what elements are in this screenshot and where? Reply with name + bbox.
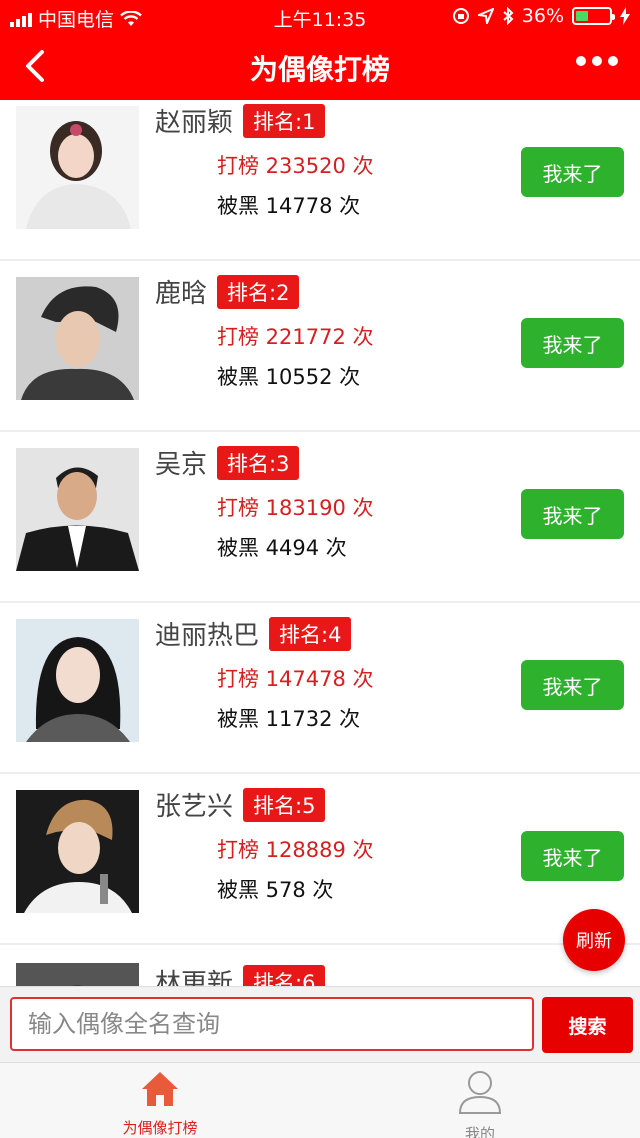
black-count: 被黑 4494 次 bbox=[217, 536, 347, 560]
search-button[interactable]: 搜索 bbox=[542, 997, 633, 1053]
idol-avatar bbox=[16, 106, 139, 229]
battery-percent: 36% bbox=[521, 5, 564, 27]
idol-name: 鹿晗 bbox=[155, 279, 208, 309]
vote-button[interactable]: 我来了 bbox=[521, 147, 624, 197]
user-icon bbox=[458, 1071, 502, 1114]
vote-count: 打榜 183190 次 bbox=[217, 496, 374, 520]
idol-name: 赵丽颖 bbox=[155, 108, 234, 138]
search-input[interactable] bbox=[10, 997, 534, 1051]
bluetooth-icon bbox=[503, 7, 514, 25]
more-dots-icon[interactable] bbox=[576, 56, 618, 66]
black-count: 被黑 11732 次 bbox=[217, 707, 361, 731]
idol-avatar bbox=[16, 448, 139, 571]
idol-name: 林更新 bbox=[155, 969, 234, 986]
vote-button[interactable]: 我来了 bbox=[521, 660, 624, 710]
idol-list[interactable]: 赵丽颖 排名:1 打榜 233520 次 被黑 14778 次 我来了 鹿晗 排… bbox=[0, 100, 640, 986]
rotation-lock-icon bbox=[452, 8, 469, 24]
idol-avatar bbox=[16, 963, 139, 986]
battery-icon bbox=[572, 7, 615, 25]
idol-avatar bbox=[16, 790, 139, 913]
vote-count: 打榜 147478 次 bbox=[217, 667, 374, 691]
tab-bar: 为偶像打榜 我的 bbox=[0, 1062, 640, 1138]
search-bar: 搜索 bbox=[0, 986, 640, 1062]
list-item: 吴京 排名:3 打榜 183190 次 被黑 4494 次 我来了 bbox=[0, 432, 640, 603]
black-count: 被黑 578 次 bbox=[217, 878, 334, 902]
charging-icon bbox=[620, 7, 630, 25]
idol-avatar bbox=[16, 619, 139, 742]
tab-vote-idol[interactable]: 为偶像打榜 bbox=[70, 1069, 250, 1138]
vote-count: 打榜 233520 次 bbox=[217, 154, 374, 178]
idol-name: 张艺兴 bbox=[155, 792, 234, 822]
vote-button[interactable]: 我来了 bbox=[521, 318, 624, 368]
vote-count: 打榜 221772 次 bbox=[217, 325, 374, 349]
list-item: 张艺兴 排名:5 打榜 128889 次 被黑 578 次 我来了 bbox=[0, 774, 640, 945]
rank-badge: 排名:6 bbox=[243, 964, 326, 986]
idol-name: 迪丽热巴 bbox=[155, 621, 260, 651]
list-item: 赵丽颖 排名:1 打榜 233520 次 被黑 14778 次 我来了 bbox=[0, 100, 640, 261]
refresh-button[interactable]: 刷新 bbox=[563, 909, 625, 971]
black-count: 被黑 14778 次 bbox=[217, 194, 361, 218]
idol-name: 吴京 bbox=[155, 450, 208, 480]
black-count: 被黑 10552 次 bbox=[217, 365, 361, 389]
nav-bar: 为偶像打榜 bbox=[0, 34, 640, 100]
vote-button[interactable]: 我来了 bbox=[521, 831, 624, 881]
tab-label: 我的 bbox=[464, 1125, 495, 1138]
rank-badge: 排名:2 bbox=[217, 274, 300, 309]
vote-count: 打榜 128889 次 bbox=[217, 838, 374, 862]
rank-badge: 排名:1 bbox=[243, 103, 326, 138]
idol-avatar bbox=[16, 277, 139, 400]
vote-button[interactable]: 我来了 bbox=[521, 489, 624, 539]
home-icon bbox=[142, 1072, 178, 1106]
list-item: 鹿晗 排名:2 打榜 221772 次 被黑 10552 次 我来了 bbox=[0, 261, 640, 432]
tab-label: 为偶像打榜 bbox=[122, 1119, 198, 1137]
rank-badge: 排名:3 bbox=[217, 445, 300, 480]
location-icon bbox=[477, 8, 494, 24]
list-item: 迪丽热巴 排名:4 打榜 147478 次 被黑 11732 次 我来了 bbox=[0, 603, 640, 774]
rank-badge: 排名:4 bbox=[269, 616, 352, 651]
status-bar: 中国电信 上午11:35 36% bbox=[0, 0, 640, 34]
page-title: 为偶像打榜 bbox=[249, 53, 390, 86]
rank-badge: 排名:5 bbox=[243, 787, 326, 822]
tab-mine[interactable]: 我的 bbox=[390, 1069, 570, 1138]
list-item: 林更新 排名:6 bbox=[0, 945, 640, 986]
